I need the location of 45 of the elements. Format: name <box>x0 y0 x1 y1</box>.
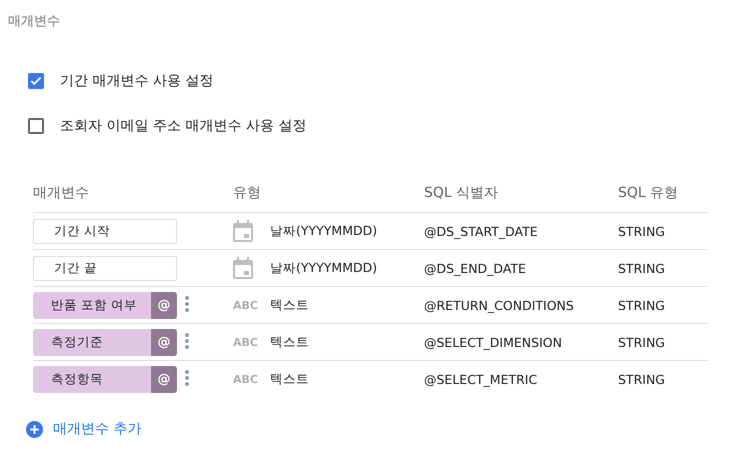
at-badge[interactable]: @ <box>151 292 177 318</box>
at-badge[interactable]: @ <box>151 366 177 392</box>
calendar-icon <box>233 220 253 242</box>
add-icon <box>26 420 43 438</box>
column-header: 매개변수 <box>33 184 90 202</box>
type-label: 텍스트 <box>270 370 310 388</box>
at-badge[interactable]: @ <box>151 328 177 356</box>
checkbox[interactable] <box>28 73 44 89</box>
add-parameter-button[interactable]: 매개변수 추가 <box>26 420 142 438</box>
sql-identifier: @SELECT_DIMENSION <box>424 334 563 350</box>
column-header: SQL 유형 <box>618 184 680 202</box>
more-menu-icon[interactable] <box>185 296 189 312</box>
parameter-name: 측정항목 <box>50 370 104 388</box>
calendar-icon <box>233 257 253 279</box>
more-menu-icon[interactable] <box>185 370 189 386</box>
sql-identifier: @DS_END_DATE <box>424 260 527 276</box>
checkbox-label: 기간 매개변수 사용 설정 <box>60 72 214 90</box>
parameter-name-field[interactable]: 기간 시작 <box>33 218 177 244</box>
text-type-icon: ABC <box>233 336 258 348</box>
sql-identifier: @DS_START_DATE <box>424 224 539 238</box>
section-title: 매개변수 <box>8 13 60 30</box>
sql-type: STRING <box>618 260 666 276</box>
sql-type: STRING <box>618 224 666 238</box>
type-label: 텍스트 <box>270 334 310 350</box>
column-header: 유형 <box>232 184 262 202</box>
sql-type: STRING <box>618 334 666 350</box>
column-header: SQL 식별자 <box>424 184 500 202</box>
sql-identifier: @SELECT_METRIC <box>424 372 538 386</box>
parameter-chip[interactable]: 측정기준 @ <box>33 328 177 356</box>
parameter-name: 반품 포함 여부 <box>50 296 138 314</box>
sql-identifier: @RETURN_CONDITIONS <box>424 298 575 312</box>
parameter-name-field[interactable]: 기간 끝 <box>33 256 177 280</box>
checkbox-label: 조회자 이메일 주소 매개변수 사용 설정 <box>60 117 306 135</box>
parameter-chip[interactable]: 반품 포함 여부 @ <box>33 292 177 318</box>
type-label: 날짜(YYYYMMDD) <box>270 260 378 276</box>
text-type-icon: ABC <box>233 372 258 386</box>
text-type-icon: ABC <box>233 298 258 312</box>
type-label: 텍스트 <box>270 296 310 314</box>
more-menu-icon[interactable] <box>185 332 189 348</box>
sql-type: STRING <box>618 372 666 386</box>
sql-type: STRING <box>618 298 666 312</box>
parameter-chip[interactable]: 측정항목 @ <box>33 366 177 392</box>
type-label: 날짜(YYYYMMDD) <box>270 222 378 240</box>
checkbox[interactable] <box>28 118 44 134</box>
parameter-name: 측정기준 <box>50 332 104 350</box>
